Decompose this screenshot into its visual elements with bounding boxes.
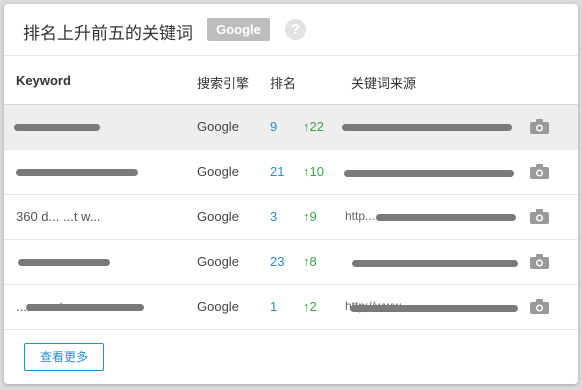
redacted-source (352, 260, 518, 267)
card-title: 排名上升前五的关键词 (23, 24, 193, 44)
redacted-source (342, 124, 512, 131)
table-row: Google 9 ↑22 (4, 105, 578, 150)
rank-cell: 9 (270, 119, 278, 134)
rank-change-cell: ↑9 (303, 209, 317, 224)
redacted-keyword (14, 124, 100, 131)
table-body: Google 9 ↑22 Google 21 ↑10 360 d... ...t… (4, 105, 578, 330)
camera-icon[interactable] (530, 119, 549, 134)
column-source: 关键词来源 (351, 77, 417, 92)
camera-icon[interactable] (530, 209, 549, 224)
column-rank: 排名 (270, 77, 297, 92)
redacted-source (376, 214, 516, 221)
camera-icon[interactable] (530, 254, 549, 269)
rank-change-cell: ↑10 (303, 164, 324, 179)
redacted-keyword (26, 304, 144, 311)
rank-change-cell: ↑8 (303, 254, 317, 269)
engine-cell: Google (197, 209, 239, 224)
rank-change-cell: ↑2 (303, 299, 317, 314)
redacted-keyword (18, 259, 110, 266)
card-header: 排名上升前五的关键词 Google ? (4, 4, 578, 56)
rank-cell: 21 (270, 164, 285, 179)
engine-badge[interactable]: Google (207, 18, 270, 41)
column-engine: 搜索引擎 (197, 77, 250, 92)
engine-cell: Google (197, 254, 239, 269)
redacted-source (350, 305, 518, 312)
table-row: Google 21 ↑10 (4, 150, 578, 195)
table-row: 360 d... ...t w... Google 3 ↑9 http... (4, 195, 578, 240)
redacted-keyword (16, 169, 138, 176)
keyword-cell[interactable]: 360 d... ...t w... (16, 209, 166, 224)
camera-icon[interactable] (530, 164, 549, 179)
camera-icon[interactable] (530, 299, 549, 314)
help-icon[interactable]: ? (285, 19, 306, 40)
engine-cell: Google (197, 164, 239, 179)
rank-change-cell: ↑22 (303, 119, 324, 134)
rank-cell: 23 (270, 254, 285, 269)
column-keyword: Keyword (16, 73, 71, 88)
rank-cell: 3 (270, 209, 278, 224)
redacted-source (344, 170, 514, 177)
keyword-rank-card: 排名上升前五的关键词 Google ? Keyword 搜索引擎 排名 关键词来… (4, 4, 578, 384)
rank-cell: 1 (270, 299, 278, 314)
engine-cell: Google (197, 119, 239, 134)
view-more-button[interactable]: 查看更多 (24, 343, 104, 371)
table-row: Google 23 ↑8 (4, 240, 578, 285)
table-row: ...mount Google 1 ↑2 http://www... (4, 285, 578, 330)
table-header: Keyword 搜索引擎 排名 关键词来源 (4, 57, 578, 105)
engine-cell: Google (197, 299, 239, 314)
